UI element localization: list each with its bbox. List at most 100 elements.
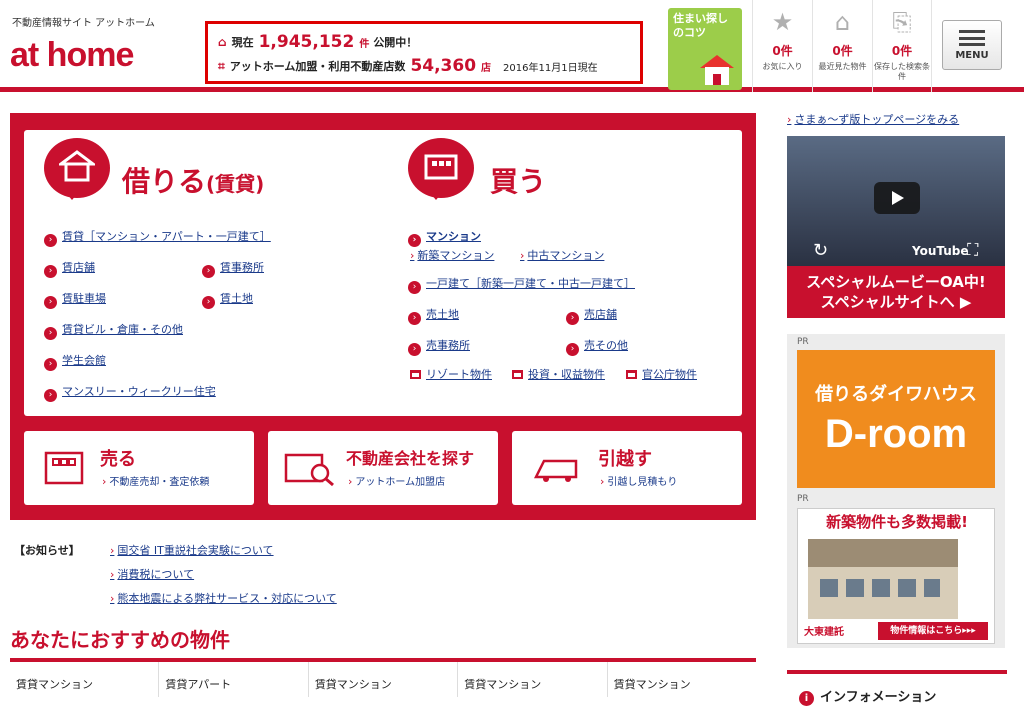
daito-heading: 新築物件も多数掲載! (826, 513, 968, 531)
link-rent-office[interactable]: › 賃事務所 (202, 259, 264, 278)
housing-tips-button[interactable]: 住まい探しのコツ (668, 8, 742, 90)
link-rent-all[interactable]: › 賃貸［マンション・アパート・一戸建て］ (44, 228, 271, 247)
pr-label: PR (797, 494, 809, 504)
banner-line1: スペシャルムービーOA中! (806, 273, 986, 291)
saved-search-icon: ⎘ (892, 8, 912, 36)
saved-search-button[interactable]: ⎘ 0件 保存した検索条件 (872, 0, 932, 92)
replay-icon[interactable]: ↻ (813, 240, 828, 261)
house-icon: ⌂ (218, 35, 227, 49)
recommend-title: あなたにおすすめの物件 (10, 628, 230, 652)
store-icon: ⌗ (218, 58, 225, 73)
recommend-item[interactable]: 賃貸マンション (307, 662, 457, 697)
hamburger-icon (959, 30, 985, 46)
athome-logo[interactable]: at home (10, 36, 134, 75)
favorites-count: 0件 (772, 44, 793, 58)
stats-prefix: 現在 (231, 36, 254, 49)
link-move[interactable]: › 引越し見積もり (600, 473, 677, 488)
star-icon: ★ (771, 8, 794, 36)
recommend-item[interactable]: 賃貸アパート (158, 662, 307, 697)
favorites-label: お気に入り (762, 62, 803, 71)
link-buy-office[interactable]: › 売事務所 (408, 337, 470, 356)
banner-line2: スペシャルサイトへ ▶ (820, 293, 972, 311)
link-buy-other[interactable]: › 売その他 (566, 337, 628, 356)
saved-search-label: 保存した検索条件 (874, 62, 930, 81)
link-buy-land[interactable]: › 売土地 (408, 306, 459, 325)
apartment-image (808, 539, 958, 619)
window-icon (512, 370, 523, 379)
rent-title[interactable]: 借りる(賃貸) (122, 160, 264, 200)
house-icon: ⌂ (834, 8, 851, 36)
link-buy-used-mansion[interactable]: › 中古マンション (520, 247, 604, 263)
link-rent-parking[interactable]: › 賃駐車場 (44, 290, 106, 309)
stats-date: 2016年11月1日現在 (503, 62, 598, 74)
rent-buy-box: 借りる(賃貸) › 賃貸［マンション・アパート・一戸建て］ › 賃店舗 › 賃事務所 … (24, 130, 742, 416)
play-icon[interactable] (874, 182, 920, 214)
recently-viewed-count: 0件 (832, 44, 853, 58)
buy-building-icon (408, 138, 474, 200)
droom-line2: D-room (824, 412, 968, 456)
pr-ads: PR 借りるダイワハウス D-room PR 新築物件も多数掲載! 大東建託 物… (787, 334, 1005, 648)
move-title: 引越す (598, 449, 652, 470)
link-sell[interactable]: › 不動産売却・査定依頼 (102, 473, 209, 488)
saved-search-count: 0件 (891, 44, 913, 58)
video-player[interactable]: ↻ YouTube ⛶ (787, 136, 1005, 266)
droom-line1: 借りるダイワハウス (815, 384, 977, 405)
notice-link[interactable]: › 熊本地震による弊社サービス・対応について (110, 590, 337, 606)
recently-viewed-label: 最近見た物件 (818, 62, 867, 71)
recently-viewed-button[interactable]: ⌂ 0件 最近見た物件 (812, 0, 872, 92)
store-label: アットホーム加盟・利用不動産店数 (229, 60, 406, 73)
link-rent-building[interactable]: › 賃貸ビル・倉庫・その他 (44, 321, 183, 340)
notices-heading: 【お知らせ】 (14, 544, 80, 557)
recommend-list: 賃貸マンション 賃貸アパート 賃貸マンション 賃貸マンション 賃貸マンション (10, 658, 756, 697)
move-card[interactable]: 引越す › 引越し見積もり (512, 431, 742, 505)
notice-link[interactable]: › 消費税について (110, 566, 194, 582)
rent-title-sub: (賃貸) (206, 172, 265, 196)
agency-search-icon (284, 453, 334, 487)
agency-card[interactable]: 不動産会社を探す › アットホーム加盟店 (268, 431, 498, 505)
store-unit: 店 (481, 62, 492, 74)
droom-ad[interactable]: 借りるダイワハウス D-room (797, 350, 995, 488)
link-buy-store[interactable]: › 売店舗 (566, 306, 617, 325)
recommend-item[interactable]: 賃貸マンション (457, 662, 606, 697)
listing-count: 1,945,152 (258, 32, 355, 52)
pr-label: PR (797, 337, 809, 347)
favorites-button[interactable]: ★ 0件 お気に入り (752, 0, 812, 92)
truck-icon (533, 459, 578, 482)
link-agency[interactable]: › アットホーム加盟店 (348, 473, 445, 488)
rent-title-text: 借りる (122, 165, 207, 198)
sell-title: 売る (100, 449, 136, 470)
link-buy-resort[interactable]: リゾート物件 (410, 366, 492, 382)
house-illustration-icon (700, 55, 734, 85)
samazu-top-link[interactable]: › さまぁ～ず版トップページをみる (787, 111, 959, 127)
link-rent-store[interactable]: › 賃店舗 (44, 259, 95, 278)
special-site-banner[interactable]: スペシャルムービーOA中! スペシャルサイトへ ▶ (787, 266, 1005, 318)
youtube-logo[interactable]: YouTube (912, 244, 969, 258)
logo-tagline: 不動産情報サイト アットホーム (12, 18, 155, 29)
sell-building-icon (44, 451, 84, 485)
link-buy-public[interactable]: 官公庁物件 (626, 366, 697, 382)
link-rent-land[interactable]: › 賃土地 (202, 290, 253, 309)
agency-title: 不動産会社を探す (346, 449, 475, 468)
notices-section: 【お知らせ】 › 国交省 IT重説社会実験について › 消費税について › 熊本地震に… (14, 538, 714, 608)
notice-link[interactable]: › 国交省 IT重説社会実験について (110, 542, 274, 558)
search-category-panel: 借りる(賃貸) › 賃貸［マンション・アパート・一戸建て］ › 賃店舗 › 賃事務所 … (10, 113, 756, 520)
listing-unit: 件 (359, 38, 370, 50)
sell-card[interactable]: 売る › 不動産売却・査定依頼 (24, 431, 254, 505)
window-icon (410, 370, 421, 379)
fullscreen-icon[interactable]: ⛶ (967, 240, 978, 260)
recommend-item[interactable]: 賃貸マンション (606, 662, 756, 697)
link-buy-investment[interactable]: 投資・収益物件 (512, 366, 605, 382)
link-rent-monthly[interactable]: › マンスリー・ウィークリー住宅 (44, 383, 216, 402)
information-heading: i インフォメーション (787, 670, 1007, 706)
link-rent-student[interactable]: › 学生会館 (44, 352, 106, 371)
link-buy-new-mansion[interactable]: › 新築マンション (410, 247, 494, 263)
link-buy-house[interactable]: › 一戸建て［新築一戸建て・中古一戸建て］ (408, 275, 635, 294)
daito-ad[interactable]: 新築物件も多数掲載! 大東建託 物件情報はこちら▸▸▸ (797, 508, 995, 644)
window-icon (626, 370, 637, 379)
tips-label: 住まい探しのコツ (673, 12, 728, 39)
daito-button[interactable]: 物件情報はこちら▸▸▸ (878, 622, 988, 640)
link-buy-mansion[interactable]: › マンション (408, 228, 481, 247)
buy-title[interactable]: 買う (490, 160, 546, 200)
recommend-item[interactable]: 賃貸マンション (10, 662, 158, 697)
menu-button[interactable]: MENU (942, 20, 1002, 70)
